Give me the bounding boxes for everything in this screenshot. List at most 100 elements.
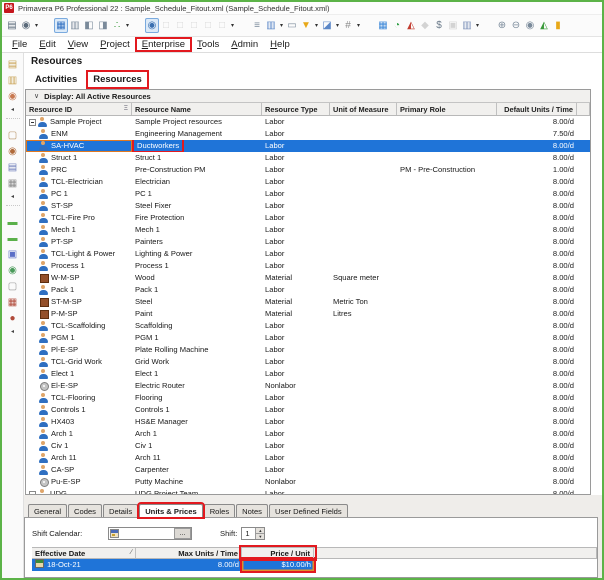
- unit-of-measure-cell[interactable]: [330, 464, 397, 476]
- Mech 1[interactable]: Mech 1 Mech 1 Labor 8.00/d: [26, 224, 590, 236]
- resource-id-cell[interactable]: ST-M-SP: [26, 296, 132, 308]
- resource-name-cell[interactable]: Pack 1: [132, 284, 262, 296]
- resource-id-cell[interactable]: HX403: [26, 416, 132, 428]
- default-units-cell[interactable]: 8.00/d: [497, 296, 577, 308]
- column-header-resource-id[interactable]: Resource ID Ξ: [26, 103, 132, 115]
- unit-of-measure-cell[interactable]: [330, 344, 397, 356]
- primary-role-cell[interactable]: [397, 128, 497, 140]
- org-chart-icon[interactable]: ∴: [110, 18, 124, 33]
- print-preview-icon[interactable]: ◉: [19, 18, 33, 33]
- resources-sidebar-icon[interactable]: ◉: [6, 89, 20, 103]
- network-view-icon[interactable]: ◨: [96, 18, 110, 33]
- primary-role-cell[interactable]: [397, 212, 497, 224]
- Putty Machine[interactable]: Pu-E-SP Putty Machine Nonlabor 8.00/d: [26, 476, 590, 488]
- unit-of-measure-cell[interactable]: [330, 248, 397, 260]
- calendars-sidebar-icon[interactable]: ▤: [6, 160, 20, 174]
- menu-item[interactable]: View: [62, 38, 94, 51]
- Electric Router[interactable]: El-E-SP Electric Router Nonlabor 8.00/d: [26, 380, 590, 392]
- unit-of-measure-cell[interactable]: [330, 164, 397, 176]
- lock-icon[interactable]: ▮: [551, 18, 565, 33]
- resource-type-cell[interactable]: Labor: [262, 260, 330, 272]
- zoom-fit-icon[interactable]: ◉: [523, 18, 537, 33]
- default-units-cell[interactable]: 8.00/d: [497, 224, 577, 236]
- primary-role-cell[interactable]: [397, 368, 497, 380]
- expand-collapse-icon[interactable]: [29, 118, 36, 126]
- resource-type-cell[interactable]: Labor: [262, 344, 330, 356]
- resource-name-cell[interactable]: Painters: [132, 236, 262, 248]
- resource-name-cell[interactable]: Scaffolding: [132, 320, 262, 332]
- unit-of-measure-cell[interactable]: Metric Ton: [330, 296, 397, 308]
- resource-name-cell[interactable]: Carpenter: [132, 464, 262, 476]
- unit-of-measure-cell[interactable]: [330, 392, 397, 404]
- resource-id-cell[interactable]: Pack 1: [26, 284, 132, 296]
- Arch 1[interactable]: Arch 1 Arch 1 Labor 8.00/d: [26, 428, 590, 440]
- resource-id-cell[interactable]: Sample Project: [26, 116, 132, 128]
- resource-id-cell[interactable]: TCL-Fire Pro: [26, 212, 132, 224]
- unit-of-measure-cell[interactable]: [330, 488, 397, 494]
- unit-of-measure-cell[interactable]: [330, 284, 397, 296]
- detail-tab-units-prices[interactable]: Units & Prices: [137, 502, 205, 519]
- resource-id-cell[interactable]: Process 1: [26, 260, 132, 272]
- dropdown-caret-icon[interactable]: ▾: [313, 18, 320, 33]
- price-unit-cell[interactable]: $10.00/h: [240, 557, 316, 573]
- resource-name-cell[interactable]: PC 1: [132, 188, 262, 200]
- column-filter-icon[interactable]: Ξ: [124, 105, 128, 115]
- shift-calendar-field[interactable]: ...: [108, 526, 192, 540]
- collapse-arrow-icon[interactable]: ◂: [6, 192, 20, 200]
- resource-type-cell[interactable]: Labor: [262, 176, 330, 188]
- reports-sidebar-icon[interactable]: ▦: [6, 176, 20, 190]
- dropdown-caret-icon[interactable]: ▾: [124, 18, 131, 33]
- chevron-down-icon[interactable]: ∨: [34, 92, 39, 100]
- resource-name-cell[interactable]: Steel Fixer: [132, 200, 262, 212]
- resource-type-cell[interactable]: Labor: [262, 392, 330, 404]
- unit-of-measure-cell[interactable]: [330, 428, 397, 440]
- detail-tab-roles[interactable]: Roles: [203, 504, 236, 517]
- primary-role-cell[interactable]: PM - Pre-Construction: [397, 164, 497, 176]
- unit-of-measure-cell[interactable]: [330, 476, 397, 488]
- resource-id-cell[interactable]: TCL-Flooring: [26, 392, 132, 404]
- default-units-cell[interactable]: 8.00/d: [497, 236, 577, 248]
- resource-name-cell[interactable]: HS&E Manager: [132, 416, 262, 428]
- default-units-cell[interactable]: 8.00/d: [497, 212, 577, 224]
- Steel[interactable]: ST-M-SP Steel Material Metric Ton 8.00/d: [26, 296, 590, 308]
- primary-role-cell[interactable]: [397, 416, 497, 428]
- line-numbers-icon[interactable]: #: [341, 18, 355, 33]
- resource-type-cell[interactable]: Labor: [262, 128, 330, 140]
- primary-role-cell[interactable]: [397, 320, 497, 332]
- default-units-cell[interactable]: 8.00/d: [497, 320, 577, 332]
- unit-of-measure-cell[interactable]: Litres: [330, 308, 397, 320]
- default-units-cell[interactable]: 8.00/d: [497, 140, 577, 152]
- primary-role-cell[interactable]: [397, 452, 497, 464]
- resource-type-cell[interactable]: Material: [262, 272, 330, 284]
- resource-name-cell[interactable]: Arch 1: [132, 428, 262, 440]
- resource-type-cell[interactable]: Material: [262, 296, 330, 308]
- resource-type-cell[interactable]: Nonlabor: [262, 380, 330, 392]
- resource-type-cell[interactable]: Labor: [262, 152, 330, 164]
- PC 1[interactable]: PC 1 PC 1 Labor 8.00/d: [26, 188, 590, 200]
- copy-picture-icon[interactable]: □: [187, 18, 201, 33]
- primary-role-cell[interactable]: [397, 272, 497, 284]
- resource-id-cell[interactable]: UDG: [26, 488, 132, 494]
- dropdown-caret-icon[interactable]: ▾: [278, 18, 285, 33]
- column-header-effective-date[interactable]: Effective Date ∕: [32, 548, 136, 558]
- ruler-icon[interactable]: ◭: [537, 18, 551, 33]
- primary-role-cell[interactable]: [397, 476, 497, 488]
- unit-of-measure-cell[interactable]: [330, 332, 397, 344]
- primary-role-cell[interactable]: [397, 344, 497, 356]
- resource-type-cell[interactable]: Labor: [262, 212, 330, 224]
- display-bar[interactable]: ∨ Display: All Active Resources: [26, 90, 590, 103]
- primary-role-cell[interactable]: [397, 380, 497, 392]
- Paint[interactable]: P-M-SP Paint Material Litres 8.00/d: [26, 308, 590, 320]
- Controls 1[interactable]: Controls 1 Controls 1 Labor 8.00/d: [26, 404, 590, 416]
- max-units-cell[interactable]: 8.00/d: [136, 559, 242, 571]
- resource-name-cell[interactable]: Steel: [132, 296, 262, 308]
- column-header-resource-name[interactable]: Resource Name: [132, 103, 262, 115]
- unit-of-measure-cell[interactable]: [330, 128, 397, 140]
- sidebar-separator[interactable]: [5, 205, 20, 213]
- Process 1[interactable]: Process 1 Process 1 Labor 8.00/d: [26, 260, 590, 272]
- level-resources-icon[interactable]: ◆: [418, 18, 432, 33]
- resource-id-cell[interactable]: PC 1: [26, 188, 132, 200]
- Pack 1[interactable]: Pack 1 Pack 1 Labor 8.00/d: [26, 284, 590, 296]
- window-cascade-icon[interactable]: □: [159, 18, 173, 33]
- default-units-cell[interactable]: 8.00/d: [497, 200, 577, 212]
